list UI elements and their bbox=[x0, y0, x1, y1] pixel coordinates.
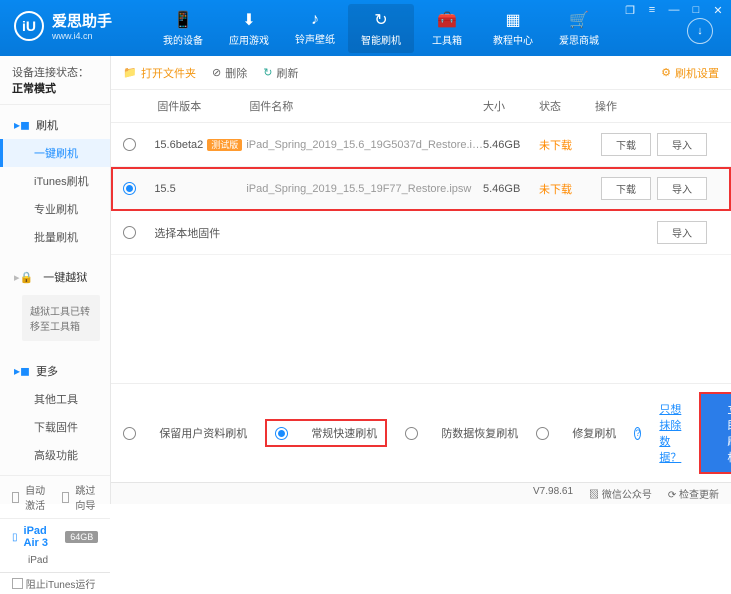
nav-tutorials[interactable]: ▦教程中心 bbox=[480, 4, 546, 53]
square-icon: ▸◼ bbox=[14, 364, 30, 378]
wechat-link[interactable]: ▧ 微信公众号 bbox=[589, 486, 652, 501]
window-menu-button[interactable]: ≡ bbox=[645, 4, 659, 17]
sidebar-itunes-flash[interactable]: iTunes刷机 bbox=[0, 167, 110, 195]
window-max-button[interactable]: □ bbox=[689, 4, 703, 17]
grid-icon: ▦ bbox=[480, 10, 546, 30]
sidebar-batch-flash[interactable]: 批量刷机 bbox=[0, 223, 110, 251]
sidebar: 设备连接状态：正常模式 ▸◼刷机 一键刷机 iTunes刷机 专业刷机 批量刷机… bbox=[0, 56, 111, 504]
beta-tag: 测试版 bbox=[207, 139, 242, 151]
connection-status: 设备连接状态：正常模式 bbox=[0, 56, 110, 105]
device-type: iPad bbox=[0, 555, 110, 572]
flash-settings-button[interactable]: ⚙刷机设置 bbox=[661, 65, 719, 81]
status-badge: 未下载 bbox=[539, 181, 595, 197]
trash-icon: ⊘ bbox=[212, 66, 221, 79]
window-close-button[interactable]: ✕ bbox=[711, 4, 725, 17]
sidebar-download-firmware[interactable]: 下载固件 bbox=[0, 413, 110, 441]
firmware-row-selected[interactable]: 15.5 iPad_Spring_2019_15.5_19F77_Restore… bbox=[111, 167, 731, 211]
open-folder-button[interactable]: 📁打开文件夹 bbox=[123, 65, 196, 81]
local-firmware-row[interactable]: 选择本地固件 导入 bbox=[111, 211, 731, 255]
jailbreak-note: 越狱工具已转移至工具箱 bbox=[22, 295, 100, 341]
sidebar-advanced[interactable]: 高级功能 bbox=[0, 441, 110, 469]
window-skin-button[interactable]: ❐ bbox=[623, 4, 637, 17]
flash-now-button[interactable]: 立即刷机 bbox=[699, 392, 731, 474]
download-button[interactable]: 下载 bbox=[601, 133, 651, 156]
window-min-button[interactable]: — bbox=[667, 4, 681, 17]
nav-toolbox[interactable]: 🧰工具箱 bbox=[414, 4, 480, 53]
row-radio[interactable] bbox=[123, 226, 136, 239]
device-name[interactable]: iPad Air 3 bbox=[24, 525, 60, 549]
opt-anti-recovery[interactable]: 防数据恢复刷机 bbox=[405, 425, 518, 441]
delete-button[interactable]: ⊘删除 bbox=[212, 65, 247, 81]
app-url: www.i4.cn bbox=[52, 31, 112, 41]
opt-keep-data[interactable]: 保留用户资料刷机 bbox=[123, 425, 247, 441]
download-icon: ⬇ bbox=[216, 10, 282, 30]
table-header: 固件版本 固件名称 大小 状态 操作 bbox=[111, 90, 731, 123]
folder-icon: 📁 bbox=[123, 66, 137, 79]
import-button[interactable]: 导入 bbox=[657, 133, 707, 156]
refresh-button[interactable]: ↻刷新 bbox=[263, 65, 298, 81]
update-icon: ⟳ bbox=[668, 490, 676, 501]
check-update-link[interactable]: ⟳ 检查更新 bbox=[668, 486, 719, 501]
firmware-row[interactable]: 15.6beta2测试版 iPad_Spring_2019_15.6_19G50… bbox=[111, 123, 731, 167]
import-button[interactable]: 导入 bbox=[657, 177, 707, 200]
nav-my-device[interactable]: 📱我的设备 bbox=[150, 4, 216, 53]
main-nav: 📱我的设备 ⬇应用游戏 ♪铃声壁纸 ↻智能刷机 🧰工具箱 ▦教程中心 🛒爱思商城 bbox=[150, 0, 612, 56]
cart-icon: 🛒 bbox=[546, 10, 612, 30]
nav-apps[interactable]: ⬇应用游戏 bbox=[216, 4, 282, 53]
block-itunes-checkbox[interactable] bbox=[12, 578, 23, 589]
row-radio[interactable] bbox=[123, 182, 136, 195]
sidebar-jailbreak-header[interactable]: ▸🔒一键越狱 bbox=[0, 263, 110, 291]
sidebar-oneclick-flash[interactable]: 一键刷机 bbox=[0, 139, 110, 167]
statusbar: V7.98.61 ▧ 微信公众号 ⟳ 检查更新 bbox=[111, 482, 731, 504]
erase-only-link[interactable]: 只想抹除数据？ bbox=[659, 401, 681, 465]
square-icon: ▸◼ bbox=[14, 118, 30, 132]
refresh-icon: ↻ bbox=[263, 66, 272, 79]
refresh-icon: ↻ bbox=[348, 10, 414, 30]
lock-icon: ▸🔒 bbox=[14, 271, 33, 284]
storage-badge: 64GB bbox=[65, 531, 98, 543]
sidebar-pro-flash[interactable]: 专业刷机 bbox=[0, 195, 110, 223]
gear-icon: ⚙ bbox=[661, 66, 671, 79]
device-icon: 📱 bbox=[150, 10, 216, 30]
opt-quick-flash[interactable]: 常规快速刷机 bbox=[265, 419, 387, 447]
status-badge: 未下载 bbox=[539, 137, 595, 153]
row-radio[interactable] bbox=[123, 138, 136, 151]
app-logo: iU 爱思助手 www.i4.cn bbox=[0, 0, 126, 51]
nav-flash[interactable]: ↻智能刷机 bbox=[348, 4, 414, 53]
toolbox-icon: 🧰 bbox=[414, 10, 480, 30]
skip-wizard-checkbox[interactable] bbox=[62, 492, 69, 503]
download-button[interactable]: 下载 bbox=[601, 177, 651, 200]
flash-options-bar: 保留用户资料刷机 常规快速刷机 防数据恢复刷机 修复刷机 ? 只想抹除数据？ 立… bbox=[111, 383, 731, 482]
titlebar: iU 爱思助手 www.i4.cn ❐ ≡ — □ ✕ 📱我的设备 ⬇应用游戏 … bbox=[0, 0, 731, 56]
app-name: 爱思助手 bbox=[52, 10, 112, 31]
auto-activate-checkbox[interactable] bbox=[12, 492, 19, 503]
window-controls: ❐ ≡ — □ ✕ bbox=[623, 4, 725, 17]
import-button[interactable]: 导入 bbox=[657, 221, 707, 244]
sidebar-other-tools[interactable]: 其他工具 bbox=[0, 385, 110, 413]
download-manager-button[interactable]: ↓ bbox=[687, 18, 713, 44]
logo-icon: iU bbox=[14, 11, 44, 41]
wechat-icon: ▧ bbox=[589, 490, 599, 501]
tablet-icon: ▯ bbox=[12, 532, 18, 543]
music-icon: ♪ bbox=[282, 11, 348, 29]
sidebar-more-header[interactable]: ▸◼更多 bbox=[0, 357, 110, 385]
opt-repair-flash[interactable]: 修复刷机 bbox=[536, 425, 616, 441]
content-area: 📁打开文件夹 ⊘删除 ↻刷新 ⚙刷机设置 固件版本 固件名称 大小 状态 操作 … bbox=[111, 56, 731, 504]
help-icon[interactable]: ? bbox=[634, 427, 641, 440]
version-label: V7.98.61 bbox=[533, 486, 573, 501]
sidebar-flash-header[interactable]: ▸◼刷机 bbox=[0, 111, 110, 139]
nav-store[interactable]: 🛒爱思商城 bbox=[546, 4, 612, 53]
nav-ringtones[interactable]: ♪铃声壁纸 bbox=[282, 5, 348, 52]
toolbar: 📁打开文件夹 ⊘删除 ↻刷新 ⚙刷机设置 bbox=[111, 56, 731, 90]
